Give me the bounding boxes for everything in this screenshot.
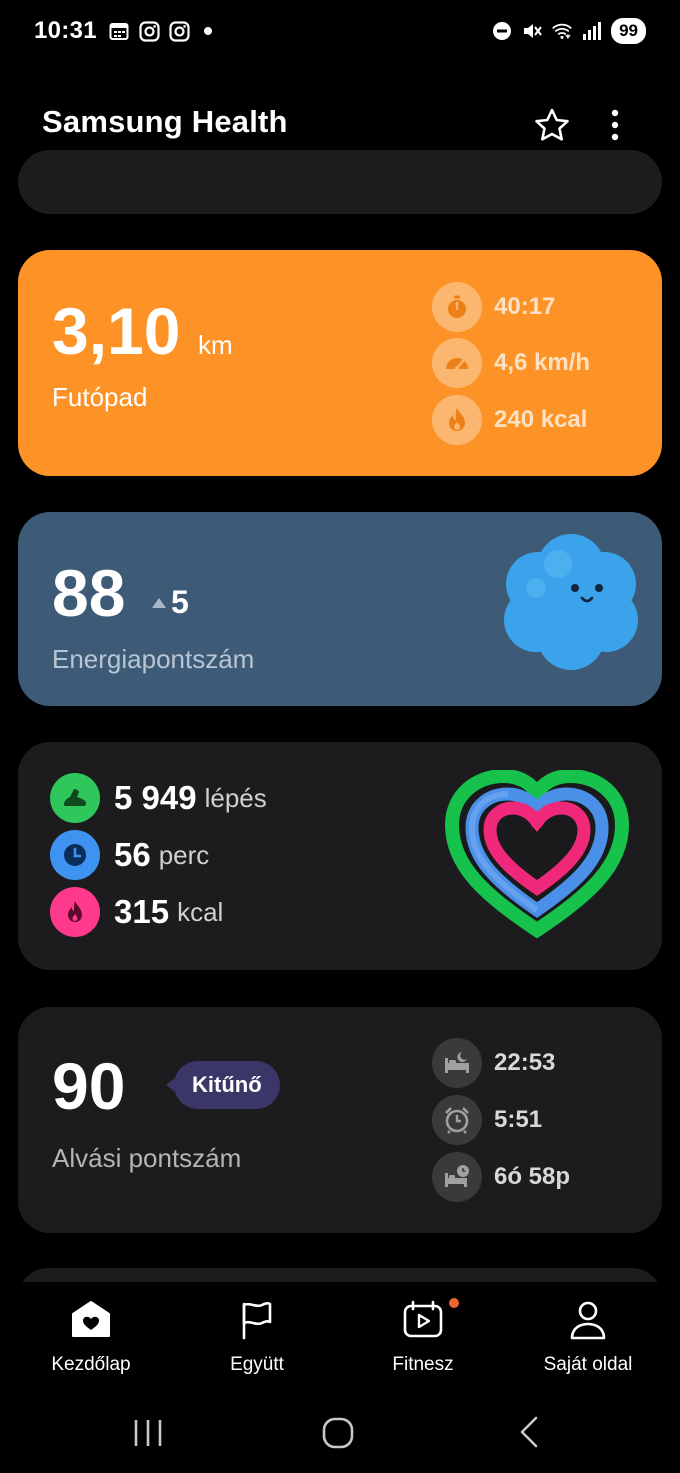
nav-fitness[interactable]: Fitnesz [353,1298,493,1376]
calendar-icon [108,20,130,42]
sleep-score: 90 [52,1049,126,1123]
sleep-duration: 6ó 58p [432,1152,570,1202]
fitness-notification-dot [449,1298,459,1308]
flag-icon [242,1302,272,1340]
energy-score: 88 [52,556,126,630]
status-time: 10:31 [34,17,97,44]
treadmill-card[interactable]: 3,10 km Futópad 40:17 4,6 km/h 240 kcal [18,250,662,476]
nav-home-label: Kezdőlap [51,1354,131,1375]
steps-unit: lépés [204,782,267,813]
notification-dot [204,27,212,35]
energy-score-card[interactable]: 88 5 Energiapontszám [18,512,662,706]
steps-value: 5 949 [114,779,197,816]
sleep-score-card[interactable]: 90 Kitűnő Alvási pontszám 22:53 5:51 6ó … [18,1007,662,1233]
partial-card-top[interactable] [18,150,662,214]
daily-activity-card[interactable]: 5 949 lépés 56 perc 315 kcal [18,742,662,970]
treadmill-distance: 3,10 [52,294,181,368]
favorite-star-icon[interactable] [532,106,572,146]
energy-mascot-icon [498,528,644,674]
sleep-bedtime: 22:53 [432,1038,555,1088]
dnd-icon [491,20,513,42]
energy-label: Energiapontszám [52,644,255,674]
back-button[interactable] [508,1410,552,1454]
recent-apps-button[interactable] [126,1410,170,1454]
sleep-label: Alvási pontszám [52,1143,242,1173]
more-options-icon[interactable] [598,106,632,146]
flame-icon [432,395,482,445]
treadmill-distance-unit: km [198,330,233,360]
calories-unit: kcal [177,896,224,927]
sleep-wake-time: 5:51 [432,1095,542,1145]
nav-together[interactable]: Együtt [187,1298,327,1376]
app-title: Samsung Health [42,104,288,139]
nav-together-label: Együtt [230,1354,284,1375]
active-minutes-row: 56 perc [50,830,209,880]
nav-fitness-label: Fitnesz [392,1354,454,1375]
active-minutes-unit: perc [158,839,210,870]
nav-my-page-label: Saját oldal [543,1354,633,1375]
fitness-video-icon [403,1300,443,1338]
system-navigation-bar [0,1392,680,1473]
stopwatch-icon [432,282,482,332]
home-icon [72,1301,110,1337]
sleep-quality-badge: Kitűnő [166,1061,280,1109]
steps-row: 5 949 lépés [50,773,267,823]
bed-clock-icon [432,1152,482,1202]
treadmill-speed: 4,6 km/h [432,338,590,388]
treadmill-duration: 40:17 [432,282,555,332]
person-icon [570,1301,606,1340]
bed-moon-icon [432,1038,482,1088]
treadmill-label: Futópad [52,382,148,412]
active-minutes-value: 56 [114,836,151,873]
signal-icon [581,20,603,42]
speedometer-icon [432,338,482,388]
instagram-icon [138,20,160,42]
calories-value: 315 [114,893,170,930]
shoe-icon [50,773,100,823]
nav-my-page[interactable]: Saját oldal [518,1298,658,1376]
home-button[interactable] [316,1410,360,1454]
flame-icon [50,887,100,937]
wifi-icon [551,20,573,42]
nav-home[interactable]: Kezdőlap [21,1298,161,1376]
treadmill-calories: 240 kcal [432,395,587,445]
status-bar: 10:31 99 [0,0,680,64]
calories-row: 315 kcal [50,887,223,937]
energy-score-change: 5 [171,584,189,620]
increase-arrow-icon [152,598,166,608]
activity-rings-heart-icon [444,768,630,940]
clock-icon [50,830,100,880]
mute-icon [521,20,543,42]
alarm-clock-icon [432,1095,482,1145]
bottom-navigation: Kezdőlap Együtt Fitnesz Saját oldal [0,1282,680,1392]
battery-indicator: 99 [611,18,646,44]
instagram-icon [168,20,190,42]
